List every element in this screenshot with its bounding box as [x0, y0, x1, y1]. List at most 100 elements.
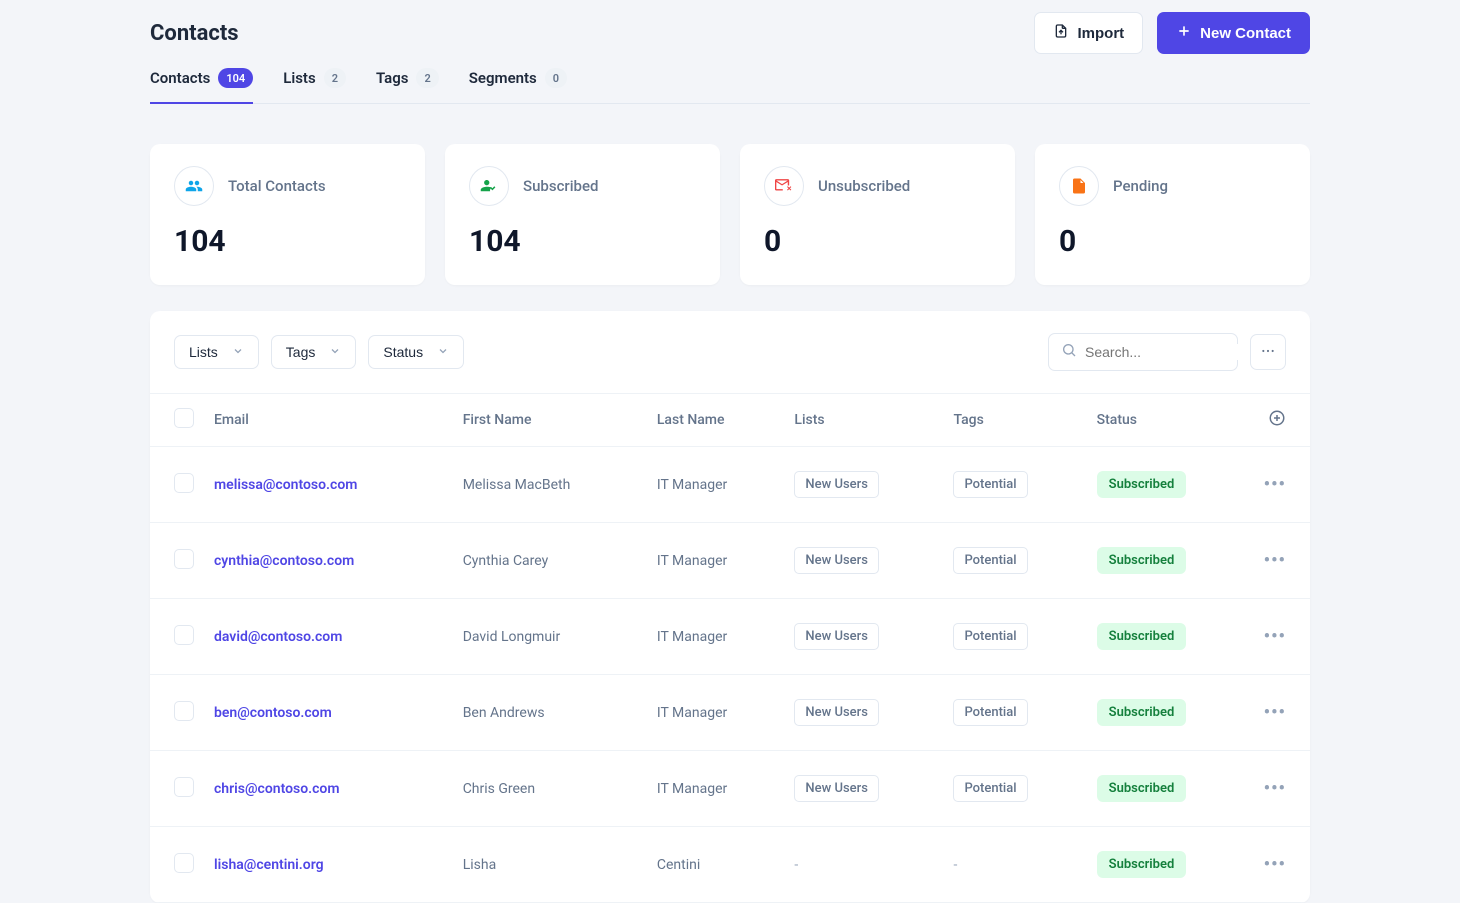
cell-first-name: David Longmuir: [463, 629, 561, 645]
file-clock-icon: [1059, 166, 1099, 206]
table-row: melissa@contoso.comMelissa MacBethIT Man…: [150, 447, 1310, 523]
user-check-icon: [469, 166, 509, 206]
cell-first-name: Cynthia Carey: [463, 553, 549, 569]
filter-tags[interactable]: Tags: [271, 335, 357, 369]
cell-last-name: IT Manager: [657, 629, 727, 645]
filter-tags-label: Tags: [286, 344, 316, 360]
stat-card-unsubscribed: Unsubscribed 0: [740, 144, 1015, 285]
row-checkbox[interactable]: [174, 549, 194, 569]
chevron-down-icon: [329, 344, 341, 360]
chevron-down-icon: [232, 344, 244, 360]
tab-lists[interactable]: Lists2: [283, 68, 346, 104]
filter-lists[interactable]: Lists: [174, 335, 259, 369]
tag-chip: Potential: [953, 547, 1027, 574]
col-first-name: First Name: [453, 394, 647, 447]
cell-first-name: Lisha: [463, 857, 497, 873]
list-chip: New Users: [794, 699, 879, 726]
stat-label: Total Contacts: [228, 177, 326, 195]
stats-cards: Total Contacts104Subscribed104Unsubscrib…: [150, 144, 1310, 285]
col-last-name: Last Name: [647, 394, 785, 447]
cell-first-name: Ben Andrews: [463, 705, 545, 721]
stat-card-total-contacts: Total Contacts 104: [150, 144, 425, 285]
tab-contacts[interactable]: Contacts104: [150, 68, 253, 104]
stat-label: Unsubscribed: [818, 177, 910, 195]
email-link[interactable]: melissa@contoso.com: [214, 477, 357, 493]
row-actions-button[interactable]: •••: [1264, 854, 1286, 875]
email-link[interactable]: ben@contoso.com: [214, 705, 332, 721]
import-label: Import: [1077, 25, 1124, 42]
filter-group: Lists Tags Status: [174, 335, 464, 369]
table-toolbar: Lists Tags Status: [150, 311, 1310, 393]
row-actions-button[interactable]: •••: [1264, 778, 1286, 799]
tab-tags[interactable]: Tags2: [376, 68, 439, 104]
email-link[interactable]: cynthia@contoso.com: [214, 553, 354, 569]
row-checkbox[interactable]: [174, 853, 194, 873]
list-chip: New Users: [794, 775, 879, 802]
contacts-table: Email First Name Last Name Lists Tags St…: [150, 393, 1310, 903]
email-link[interactable]: lisha@centini.org: [214, 857, 324, 873]
select-all-checkbox[interactable]: [174, 408, 194, 428]
row-actions-button[interactable]: •••: [1264, 474, 1286, 495]
list-chip: New Users: [794, 623, 879, 650]
tab-label: Tags: [376, 69, 409, 87]
row-checkbox[interactable]: [174, 701, 194, 721]
row-checkbox[interactable]: [174, 473, 194, 493]
stat-value: 104: [469, 224, 696, 259]
list-chip: New Users: [794, 547, 879, 574]
cell-first-name: Chris Green: [463, 781, 535, 797]
cell-lists: -: [794, 857, 798, 873]
tab-label: Segments: [469, 69, 537, 87]
status-badge: Subscribed: [1097, 851, 1187, 878]
stat-card-pending: Pending0: [1035, 144, 1310, 285]
import-button[interactable]: Import: [1034, 12, 1143, 54]
tabs: Contacts104 Lists2 Tags2 Segments 0: [150, 68, 1310, 104]
col-tags: Tags: [943, 394, 1086, 447]
stat-value: 0: [1059, 224, 1286, 259]
tag-chip: Potential: [953, 699, 1027, 726]
stat-value: 104: [174, 224, 401, 259]
mail-x-icon: [764, 166, 804, 206]
import-icon: [1053, 23, 1069, 43]
filter-status-label: Status: [383, 344, 423, 360]
new-contact-label: New Contact: [1200, 25, 1291, 42]
page-title: Contacts: [150, 21, 239, 46]
search-box[interactable]: [1048, 333, 1238, 371]
search-input[interactable]: [1085, 344, 1266, 360]
new-contact-button[interactable]: New Contact: [1157, 12, 1310, 54]
status-badge: Subscribed: [1097, 623, 1187, 650]
users-icon: [174, 166, 214, 206]
chevron-down-icon: [437, 344, 449, 360]
cell-last-name: Centini: [657, 857, 700, 873]
filter-lists-label: Lists: [189, 344, 218, 360]
filter-status[interactable]: Status: [368, 335, 464, 369]
email-link[interactable]: david@contoso.com: [214, 629, 342, 645]
cell-last-name: IT Manager: [657, 477, 727, 493]
cell-last-name: IT Manager: [657, 705, 727, 721]
table-row: david@contoso.com David Longmuir IT Manage…: [150, 599, 1310, 675]
row-actions-button[interactable]: •••: [1264, 702, 1286, 723]
table-row: ben@contoso.com Ben Andrews IT Manager New …: [150, 675, 1310, 751]
table-row: chris@contoso.com Chris Green IT Manager Ne…: [150, 751, 1310, 827]
more-options-button[interactable]: [1250, 334, 1286, 370]
col-email: Email: [204, 394, 453, 447]
tab-label: Contacts: [150, 69, 210, 87]
status-badge: Subscribed: [1097, 547, 1187, 574]
tab-count-badge: 0: [545, 68, 567, 88]
status-badge: Subscribed: [1097, 775, 1187, 802]
cell-last-name: IT Manager: [657, 781, 727, 797]
row-checkbox[interactable]: [174, 777, 194, 797]
header-actions: Import New Contact: [1034, 12, 1310, 54]
row-checkbox[interactable]: [174, 625, 194, 645]
tag-chip: Potential: [953, 471, 1027, 498]
email-link[interactable]: chris@contoso.com: [214, 781, 340, 797]
row-actions-button[interactable]: •••: [1264, 626, 1286, 647]
add-column-button[interactable]: [1268, 415, 1286, 431]
search-icon: [1061, 342, 1077, 362]
status-badge: Subscribed: [1097, 471, 1187, 498]
stat-value: 0: [764, 224, 991, 259]
tag-chip: Potential: [953, 775, 1027, 802]
tab-label: Lists: [283, 69, 315, 87]
tab-segments[interactable]: Segments 0: [469, 68, 567, 104]
row-actions-button[interactable]: •••: [1264, 550, 1286, 571]
table-row: lisha@centini.orgLishaCentini--Subscribe…: [150, 827, 1310, 903]
